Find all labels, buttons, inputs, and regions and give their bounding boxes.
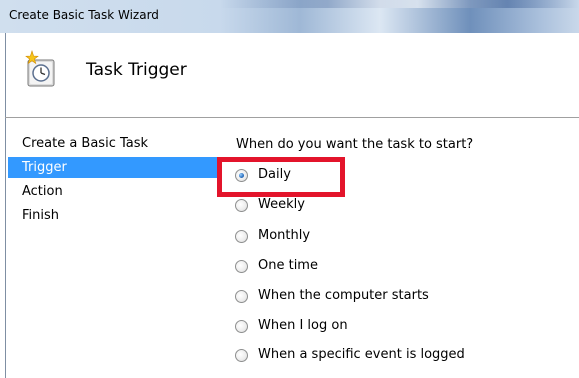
step-label: Action [22,184,63,199]
option-monthly[interactable]: Monthly [231,226,531,248]
option-label[interactable]: When a specific event is logged [258,347,465,362]
step-create-basic-task[interactable]: Create a Basic Task [8,133,222,154]
create-basic-task-wizard-window: Create Basic Task Wizard Task Trigger Cr… [0,0,579,378]
option-computer-starts[interactable]: When the computer starts [231,286,531,308]
radio-button[interactable] [235,349,248,362]
step-trigger[interactable]: Trigger [8,157,222,178]
wizard-steps-nav: Create a Basic Task Trigger Action Finis… [8,123,222,378]
trigger-question: When do you want the task to start? [236,137,474,152]
step-label: Create a Basic Task [22,136,149,151]
option-log-on[interactable]: When I log on [231,316,531,338]
step-action[interactable]: Action [8,181,222,202]
option-label[interactable]: Daily [258,167,291,182]
radio-button[interactable] [235,230,248,243]
radio-button[interactable] [235,320,248,333]
option-event-logged[interactable]: When a specific event is logged [231,345,531,367]
wizard-header: Task Trigger [5,33,579,117]
option-one-time[interactable]: One time [231,256,531,278]
option-label[interactable]: When the computer starts [258,288,429,303]
task-scheduler-clock-icon [23,50,59,90]
radio-button[interactable] [235,199,248,212]
option-label[interactable]: Monthly [258,228,310,243]
option-label[interactable]: Weekly [258,197,305,212]
radio-button[interactable] [235,169,248,182]
step-label: Finish [22,208,60,223]
page-title: Task Trigger [86,60,187,80]
option-daily[interactable]: Daily [231,165,531,187]
step-label: Trigger [22,160,67,175]
option-label[interactable]: One time [258,258,318,273]
option-label[interactable]: When I log on [258,318,348,333]
window-title: Create Basic Task Wizard [9,8,159,22]
step-finish[interactable]: Finish [8,205,222,226]
radio-button[interactable] [235,260,248,273]
title-bar[interactable]: Create Basic Task Wizard [0,0,579,33]
option-weekly[interactable]: Weekly [231,195,531,217]
radio-button[interactable] [235,290,248,303]
